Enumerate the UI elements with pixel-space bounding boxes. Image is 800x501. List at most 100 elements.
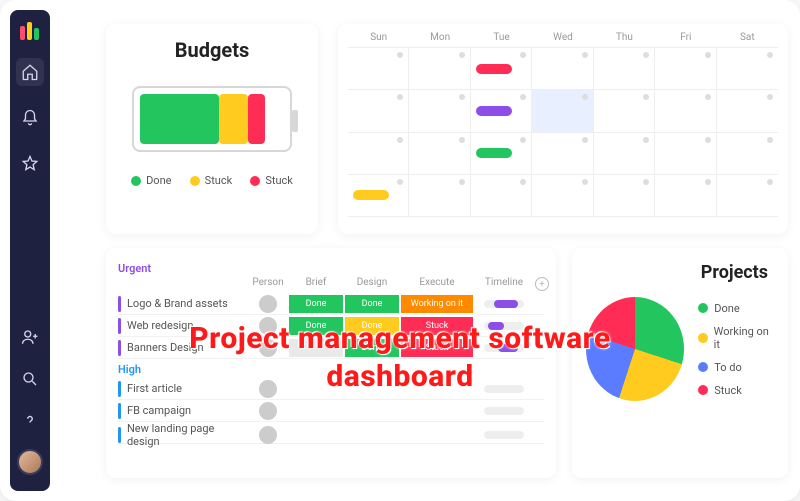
calendar-cell[interactable] (409, 175, 470, 217)
budgets-legend: DoneStuckStuck (122, 174, 302, 187)
task-row[interactable]: New landing page design (118, 422, 544, 444)
status-cell[interactable]: Done (289, 317, 343, 335)
timeline-bar[interactable] (484, 344, 524, 352)
legend-label: Stuck (714, 384, 742, 397)
task-group-title[interactable]: High (118, 363, 544, 376)
calendar-event-pill[interactable] (476, 148, 512, 158)
calendar-event-pill[interactable] (476, 106, 512, 116)
home-icon[interactable] (16, 58, 44, 86)
calendar-cell[interactable] (594, 48, 655, 90)
task-person-avatar[interactable] (259, 380, 277, 398)
status-cell[interactable]: Done (345, 339, 399, 357)
legend-dot (250, 176, 260, 186)
calendar-grid[interactable] (348, 47, 778, 217)
task-name: Logo & Brand assets (127, 297, 228, 310)
bell-icon[interactable] (16, 104, 44, 132)
calendar-cell[interactable] (655, 90, 716, 132)
calendar-cell[interactable] (717, 90, 778, 132)
task-row[interactable]: Logo & Brand assetsDoneDoneWorking on it (118, 293, 544, 315)
status-cell[interactable] (401, 402, 473, 420)
status-cell[interactable]: Stuck (401, 317, 473, 335)
legend-label: Working on it (714, 325, 774, 351)
calendar-cell[interactable] (594, 133, 655, 175)
legend-item: Done (698, 302, 774, 315)
calendar-cell[interactable] (471, 175, 532, 217)
status-cell[interactable]: Done (289, 295, 343, 313)
status-cell[interactable]: Stuck (401, 339, 473, 357)
status-cell[interactable] (345, 426, 399, 444)
status-cell[interactable] (289, 380, 343, 398)
calendar-cell[interactable] (471, 133, 532, 175)
add-user-icon[interactable] (16, 323, 44, 351)
status-cell[interactable]: Working on it (401, 295, 473, 313)
calendar-cell[interactable] (717, 175, 778, 217)
task-row[interactable]: Web redesignDoneDoneStuck (118, 315, 544, 337)
content-area: Budgets DoneStuckStuck SunMonTueWedThuFr… (64, 12, 788, 489)
task-row[interactable]: First article (118, 378, 544, 400)
task-person-avatar[interactable] (259, 317, 277, 335)
budget-segment (248, 94, 265, 144)
legend-item: To do (698, 361, 774, 374)
status-cell[interactable] (289, 426, 343, 444)
user-avatar[interactable] (17, 449, 43, 475)
calendar-cell[interactable] (532, 48, 593, 90)
task-person-avatar[interactable] (259, 339, 277, 357)
calendar-cell[interactable] (532, 90, 593, 132)
status-cell[interactable] (289, 402, 343, 420)
task-person-avatar[interactable] (259, 295, 277, 313)
calendar-cell[interactable] (717, 48, 778, 90)
task-person-avatar[interactable] (259, 402, 277, 420)
timeline-bar[interactable] (484, 407, 524, 415)
legend-dot (698, 303, 708, 313)
search-icon[interactable] (16, 365, 44, 393)
star-icon[interactable] (16, 150, 44, 178)
calendar-cell[interactable] (348, 133, 409, 175)
calendar-cell[interactable] (471, 90, 532, 132)
timeline-bar[interactable] (484, 322, 524, 330)
calendar-cell[interactable] (594, 90, 655, 132)
status-cell[interactable] (401, 426, 473, 444)
task-group-title[interactable]: Urgent (118, 262, 544, 275)
task-name: New landing page design (127, 422, 248, 448)
calendar-day-label: Sun (348, 32, 409, 43)
status-cell[interactable] (289, 339, 343, 357)
budgets-card: Budgets DoneStuckStuck (106, 24, 318, 234)
task-name: Web redesign (127, 319, 193, 332)
task-row[interactable]: Banners DesignDoneStuck (118, 337, 544, 359)
status-cell[interactable] (401, 380, 473, 398)
task-name: FB campaign (127, 404, 191, 417)
calendar-cell[interactable] (409, 133, 470, 175)
calendar-cell[interactable] (655, 48, 716, 90)
status-cell[interactable]: Done (345, 317, 399, 335)
calendar-cell[interactable] (471, 48, 532, 90)
legend-label: Done (714, 302, 739, 315)
calendar-event-pill[interactable] (476, 64, 512, 74)
status-cell[interactable] (345, 380, 399, 398)
calendar-cell[interactable] (717, 133, 778, 175)
calendar-cell[interactable] (594, 175, 655, 217)
timeline-bar[interactable] (484, 385, 524, 393)
timeline-bar[interactable] (484, 300, 524, 308)
help-icon[interactable] (16, 407, 44, 435)
legend-dot (131, 176, 141, 186)
calendar-event-pill[interactable] (353, 190, 389, 200)
calendar-cell[interactable] (655, 133, 716, 175)
task-row[interactable]: FB campaign (118, 400, 544, 422)
calendar-cell[interactable] (348, 175, 409, 217)
calendar-cell[interactable] (348, 90, 409, 132)
app-frame: Budgets DoneStuckStuck SunMonTueWedThuFr… (0, 0, 800, 501)
calendar-cell[interactable] (409, 48, 470, 90)
legend-item: Stuck (250, 174, 293, 187)
calendar-cell[interactable] (655, 175, 716, 217)
budgets-battery-chart (132, 86, 292, 152)
calendar-day-label: Fri (655, 32, 716, 43)
calendar-cell[interactable] (409, 90, 470, 132)
add-column-icon[interactable]: + (535, 277, 549, 291)
calendar-cell[interactable] (348, 48, 409, 90)
calendar-cell[interactable] (532, 133, 593, 175)
status-cell[interactable] (345, 402, 399, 420)
timeline-bar[interactable] (484, 431, 524, 439)
status-cell[interactable]: Done (345, 295, 399, 313)
task-person-avatar[interactable] (259, 426, 277, 444)
calendar-cell[interactable] (532, 175, 593, 217)
